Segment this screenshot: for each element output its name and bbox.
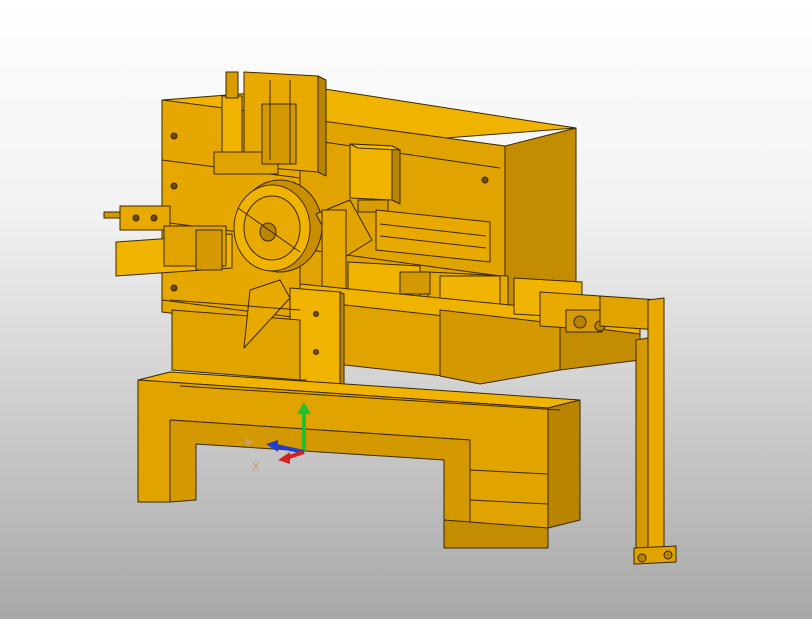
x-axis-arrowhead: [278, 452, 290, 464]
3d-viewport[interactable]: X: [0, 0, 812, 619]
cad-model-view[interactable]: X: [0, 0, 812, 619]
base-frame[interactable]: [137, 371, 581, 549]
x-axis-label: X: [252, 460, 260, 473]
top-slide-assembly[interactable]: [213, 71, 327, 177]
